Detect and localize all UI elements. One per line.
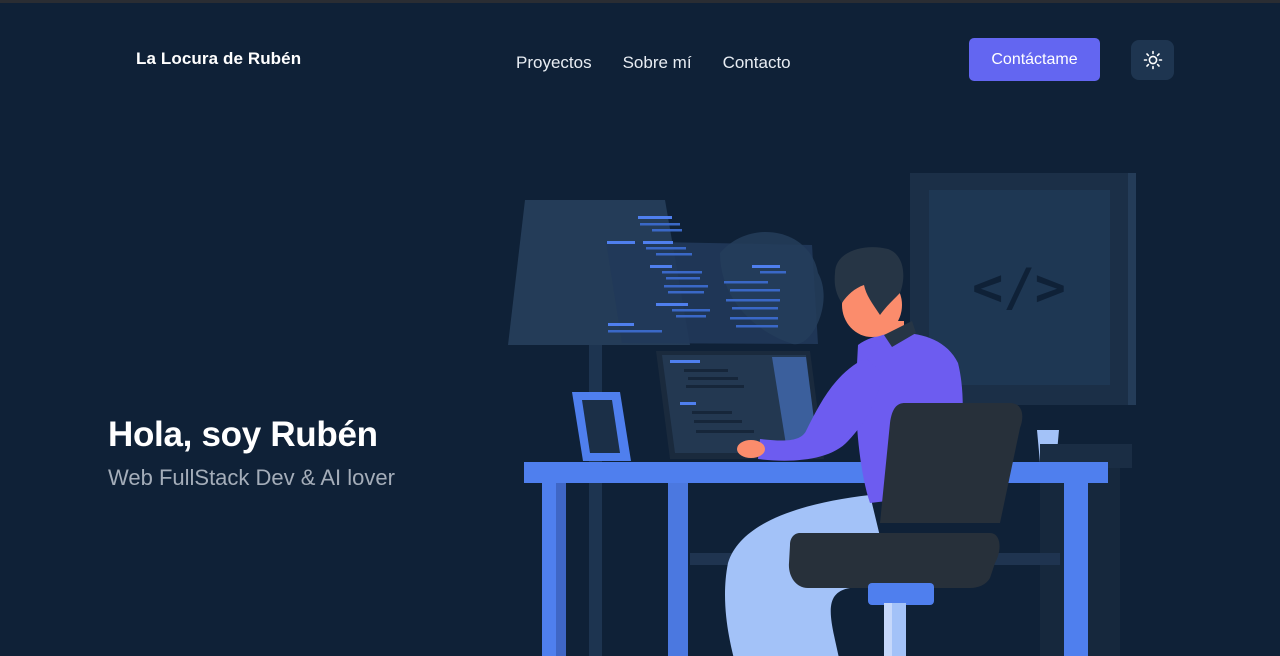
theme-toggle-button[interactable] (1131, 40, 1174, 80)
sun-icon (1143, 50, 1162, 70)
contact-button[interactable]: Contáctame (969, 38, 1100, 81)
main-nav: Proyectos Sobre mí Contacto (516, 53, 791, 73)
hero-title: Hola, soy Rubén (108, 415, 378, 454)
photo-frame (572, 392, 631, 461)
nav-link-contacto[interactable]: Contacto (723, 53, 791, 73)
page: La Locura de Rubén Proyectos Sobre mí Co… (0, 0, 1280, 656)
nav-link-sobre-mi[interactable]: Sobre mí (623, 53, 692, 73)
developer-at-desk-illustration: </> (508, 173, 1136, 656)
hero-subtitle: Web FullStack Dev & AI lover (108, 465, 395, 490)
code-sign-icon: </> (972, 258, 1066, 318)
nav-link-proyectos[interactable]: Proyectos (516, 53, 592, 73)
site-logo-text[interactable]: La Locura de Rubén (136, 49, 301, 69)
